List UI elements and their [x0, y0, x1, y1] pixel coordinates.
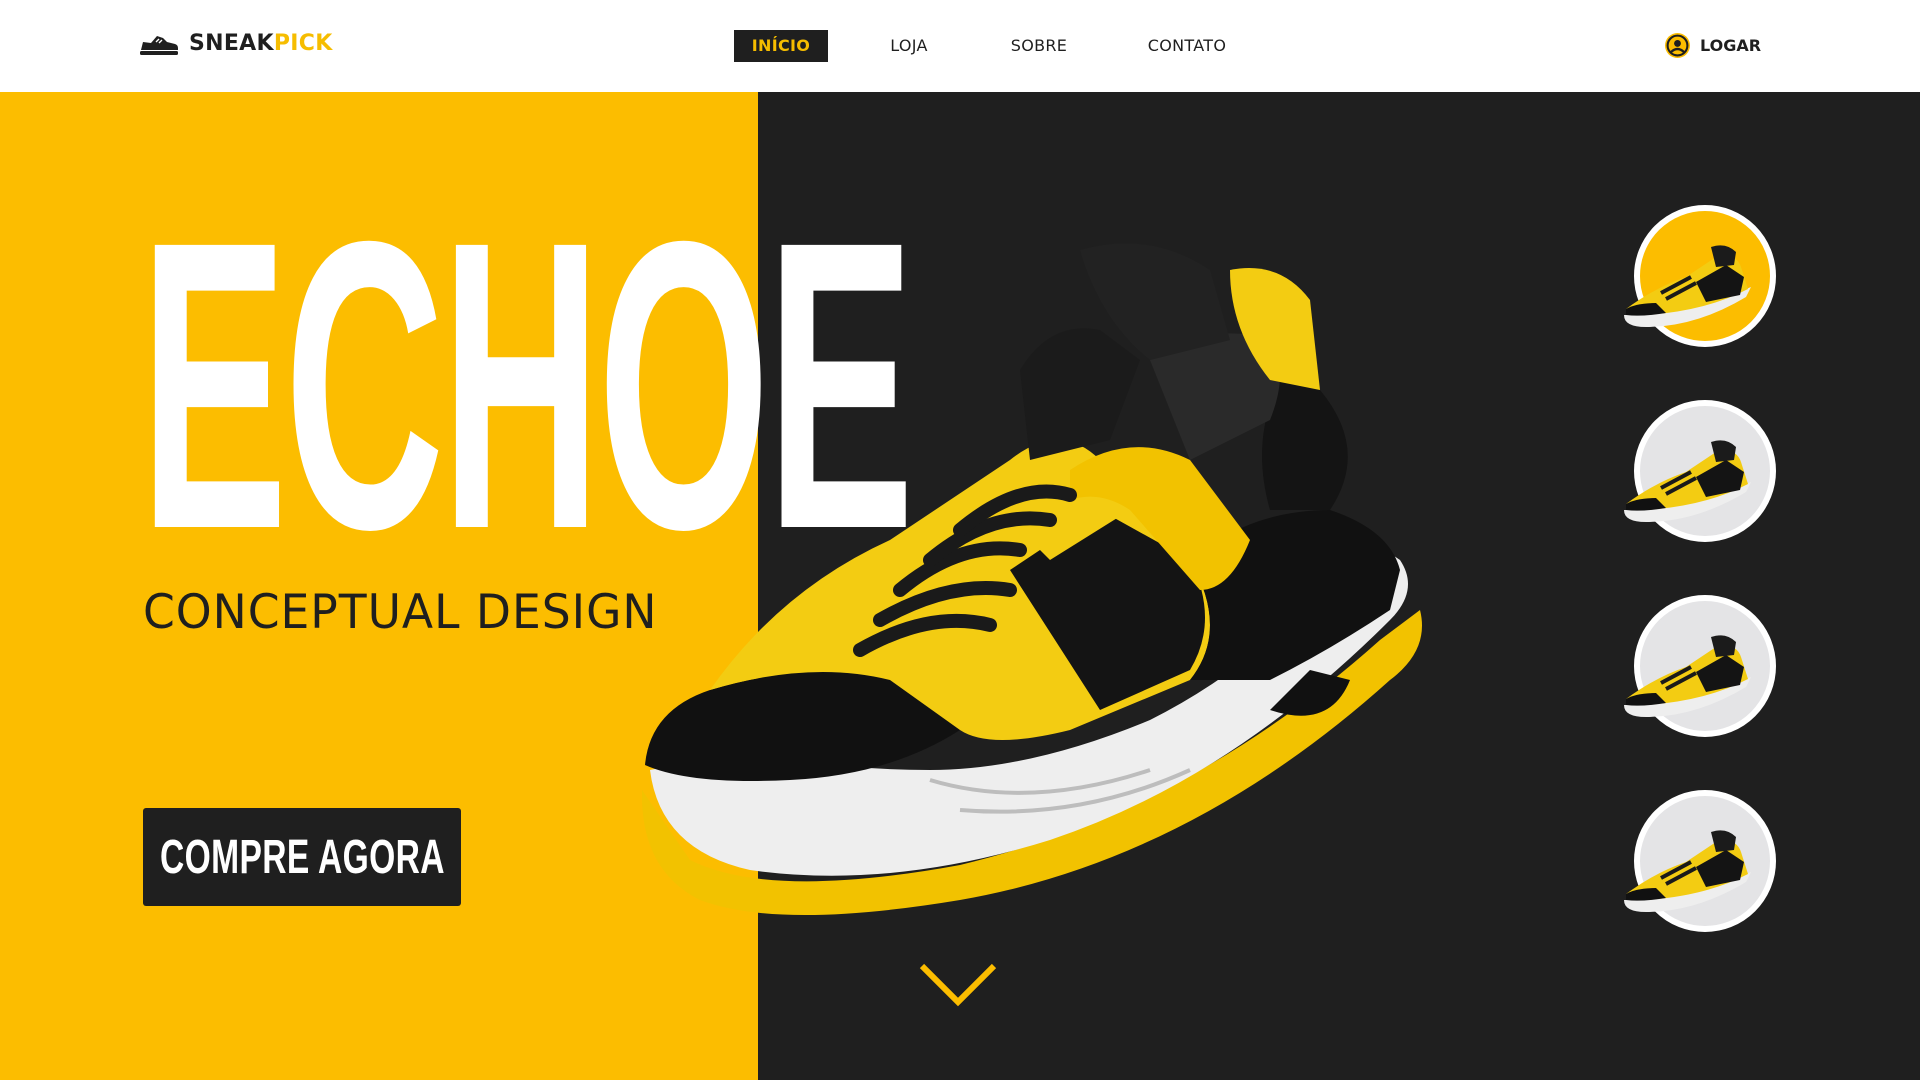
main-nav: INÍCIO LOJA SOBRE CONTATO — [0, 30, 1920, 62]
user-circle-icon — [1665, 33, 1690, 58]
login-label: LOGAR — [1700, 36, 1762, 55]
sneaker-thumbnail-icon — [1624, 830, 1751, 912]
buy-now-label: COMPRE AGORA — [159, 830, 445, 884]
buy-now-button[interactable]: COMPRE AGORA — [143, 808, 461, 906]
top-navigation-bar: SNEAKPICK INÍCIO LOJA SOBRE CONTATO LOGA… — [0, 0, 1920, 92]
nav-item-loja[interactable]: LOJA — [868, 30, 950, 62]
thumbnail-2[interactable] — [1616, 400, 1776, 550]
nav-item-contato[interactable]: CONTATO — [1134, 30, 1240, 62]
sneaker-thumbnail-icon — [1624, 245, 1751, 327]
thumbnail-3[interactable] — [1616, 595, 1776, 745]
login-button[interactable]: LOGAR — [1665, 33, 1761, 58]
sneaker-thumbnail-icon — [1624, 635, 1751, 717]
nav-item-inicio[interactable]: INÍCIO — [734, 30, 828, 62]
product-thumbnails — [1616, 205, 1776, 945]
chevron-down-icon[interactable] — [918, 960, 998, 1010]
thumbnail-1[interactable] — [1616, 205, 1776, 355]
thumbnail-4[interactable] — [1616, 790, 1776, 940]
nav-item-sobre[interactable]: SOBRE — [996, 30, 1082, 62]
hero-sneaker-image — [641, 243, 1422, 915]
sneaker-thumbnail-icon — [1624, 440, 1751, 522]
hero-subtitle: CONCEPTUAL DESIGN — [143, 585, 658, 640]
